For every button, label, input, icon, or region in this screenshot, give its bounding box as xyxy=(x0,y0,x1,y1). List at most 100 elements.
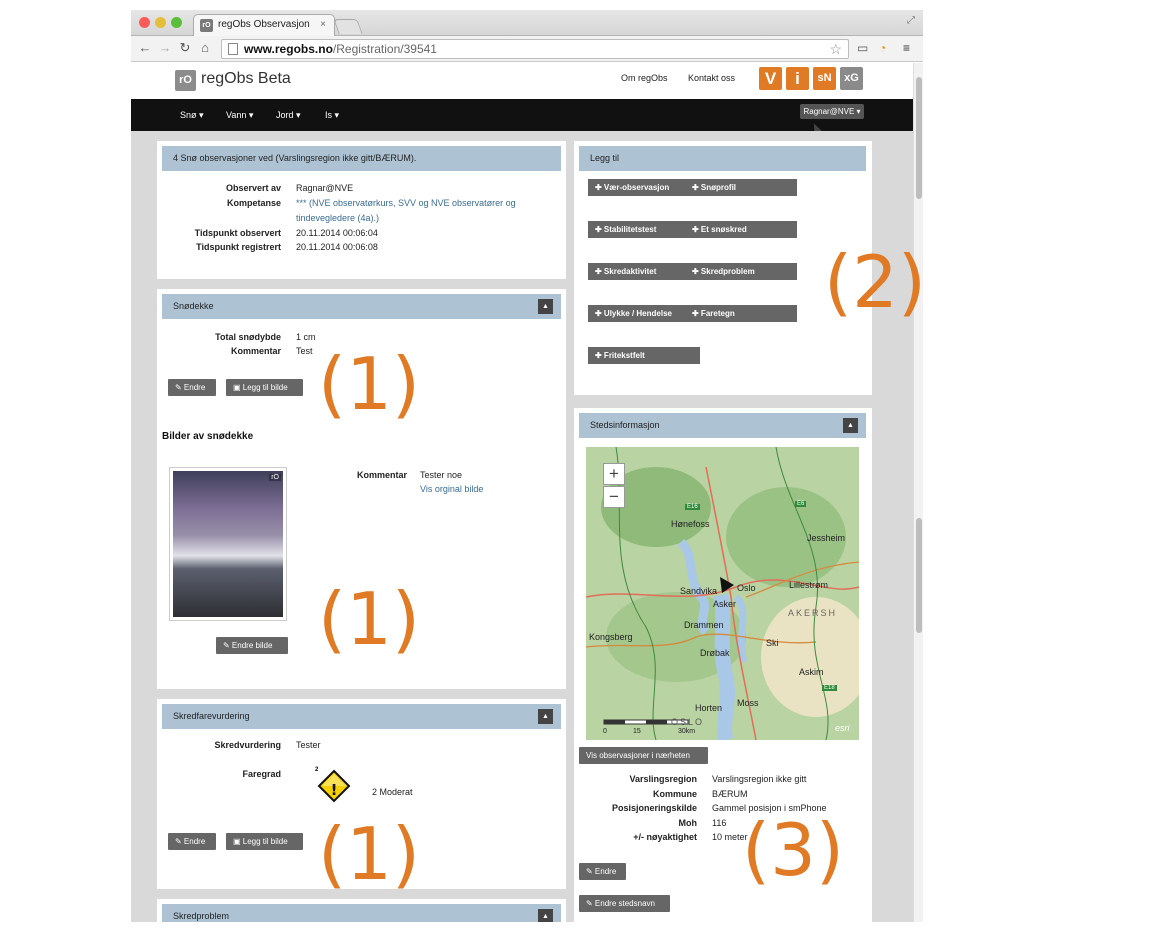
add-snow-profile-button[interactable]: ✚ Snøprofil xyxy=(692,179,736,196)
collapse-icon[interactable]: ▲ xyxy=(843,418,858,433)
view-original-image-link[interactable]: Vis orginal bilde xyxy=(420,484,483,494)
new-tab-button[interactable] xyxy=(333,19,363,34)
add-danger-signs-button[interactable]: ✚ Faretegn xyxy=(692,305,735,322)
add-stability-test-button[interactable]: ✚ Stabilitetstest xyxy=(595,221,656,238)
field-label: Skredvurdering xyxy=(214,740,281,750)
edit-place-name-button[interactable]: ✎ Endre stedsnavn xyxy=(579,895,670,912)
annotation-2: (2) xyxy=(824,240,926,324)
field-label: Observert av xyxy=(225,183,281,193)
snodekke-edit-button[interactable]: ✎ Endre xyxy=(168,379,216,396)
menu-icon[interactable]: ≡ xyxy=(903,41,910,55)
map-place: Hønefoss xyxy=(671,519,710,529)
xg-badge[interactable]: xG xyxy=(840,67,863,90)
map-region: AKERSH xyxy=(788,608,838,618)
edit-image-button[interactable]: ✎ Endre bilde xyxy=(216,637,288,654)
field-label: Kommentar xyxy=(356,470,407,480)
zoom-out-button[interactable]: − xyxy=(603,486,625,508)
favicon-icon: rO xyxy=(200,19,213,32)
observation-title: 4 Snø observasjoner ved (Varslingsregion… xyxy=(162,146,561,171)
zoom-window-icon[interactable] xyxy=(171,17,182,28)
map-place: Kongsberg xyxy=(589,632,633,642)
nav-is[interactable]: Is ▾ xyxy=(325,110,339,121)
warning-icon: ! xyxy=(317,769,351,803)
back-icon[interactable]: ← xyxy=(137,40,153,55)
reload-icon[interactable]: ↻ xyxy=(177,40,193,56)
rss-icon[interactable]: ◔ xyxy=(879,41,886,55)
collapse-icon[interactable]: ▲ xyxy=(538,909,553,922)
collapse-icon[interactable]: ▲ xyxy=(538,299,553,314)
images-heading: Bilder av snødekke xyxy=(162,431,254,442)
info-badge[interactable]: i xyxy=(786,67,809,90)
varsom-badge[interactable]: V xyxy=(759,67,782,90)
forward-icon[interactable]: → xyxy=(157,40,173,55)
sted-header: Stedsinformasjon ▲ xyxy=(579,413,866,438)
add-free-text-button[interactable]: ✚ Fritekstfelt xyxy=(595,347,645,364)
snow-photo-frame[interactable]: rO xyxy=(169,467,287,621)
field-value: 1 cm xyxy=(296,332,316,342)
link-kontakt-oss[interactable]: Kontakt oss xyxy=(688,73,735,83)
field-label: Total snødybde xyxy=(215,332,281,342)
extension-icon[interactable]: ▭ xyxy=(857,41,868,55)
annotation-1: (1) xyxy=(318,342,420,426)
user-menu-button[interactable]: Ragnar@NVE ▾ xyxy=(800,104,864,119)
nav-jord[interactable]: Jord ▾ xyxy=(276,110,301,121)
field-label: Tidspunkt registrert xyxy=(196,242,281,252)
fullscreen-icon[interactable]: ⤢ xyxy=(907,15,915,26)
site-header: rO regObs Beta Om regObs Kontakt oss V i… xyxy=(131,63,913,99)
regobs-logo[interactable]: rO xyxy=(175,70,196,91)
close-window-icon[interactable] xyxy=(139,17,150,28)
tab-bar: rO regObs Observasjon × ⤢ xyxy=(131,10,923,36)
map-place: Jessheim xyxy=(807,533,846,543)
skredfare-add-image-button[interactable]: ▣ Legg til bilde xyxy=(226,833,303,850)
nav-sno[interactable]: Snø ▾ xyxy=(180,110,204,121)
scrollbar-thumb[interactable] xyxy=(916,77,922,199)
nearby-observations-button[interactable]: Vis observasjoner i nærheten xyxy=(579,747,708,764)
web-page: rO regObs Beta Om regObs Kontakt oss V i… xyxy=(131,63,913,922)
nav-vann[interactable]: Vann ▾ xyxy=(226,110,253,121)
add-avalanche-activity-button[interactable]: ✚ Skredaktivitet xyxy=(595,263,656,280)
collapse-icon[interactable]: ▲ xyxy=(538,709,553,724)
browser-toolbar: ← → ↻ ⌂ www.regobs.no/Registration/39541… xyxy=(131,36,923,62)
site-title[interactable]: regObs Beta xyxy=(201,70,291,88)
field-value: 20.11.2014 00:06:04 xyxy=(296,228,378,238)
skredfare-edit-button[interactable]: ✎ Endre xyxy=(168,833,216,850)
add-avalanche-button[interactable]: ✚ Et snøskred xyxy=(692,221,747,238)
field-label: Faregrad xyxy=(242,769,281,779)
observation-summary-panel: 4 Snø observasjoner ved (Varslingsregion… xyxy=(157,141,566,279)
field-value: 20.11.2014 00:06:08 xyxy=(296,242,378,252)
address-bar[interactable]: www.regobs.no/Registration/39541 ☆ xyxy=(221,39,849,59)
scale-label: 15 xyxy=(633,728,641,735)
sn-badge[interactable]: sN xyxy=(813,67,836,90)
snodekke-add-image-button[interactable]: ▣ Legg til bilde xyxy=(226,379,303,396)
minimize-window-icon[interactable] xyxy=(155,17,166,28)
add-incident-button[interactable]: ✚ Ulykke / Hendelse xyxy=(595,305,672,322)
scrollbar-thumb[interactable] xyxy=(916,518,922,633)
home-icon[interactable]: ⌂ xyxy=(197,40,213,55)
map-place: Drammen xyxy=(684,620,724,630)
annotation-1: (1) xyxy=(318,577,420,661)
map-place: Askim xyxy=(799,667,824,677)
field-label: Tidspunkt observert xyxy=(194,228,281,238)
legg-til-title: Legg til xyxy=(579,146,866,171)
link-om-regobs[interactable]: Om regObs xyxy=(621,73,668,83)
browser-tab[interactable]: rO regObs Observasjon × xyxy=(193,14,335,36)
warning-mark: ! xyxy=(331,781,338,799)
sted-edit-button[interactable]: ✎ Endre xyxy=(579,863,626,880)
map-place: Asker xyxy=(713,599,737,609)
page-scrollbar[interactable] xyxy=(913,63,923,922)
add-row: ✚ Stabilitetstest ✚ Et snøskred xyxy=(588,221,797,238)
add-weather-observation-button[interactable]: ✚ Vær-observasjon xyxy=(595,179,669,196)
danger-level-text: 2 Moderat xyxy=(372,787,413,797)
add-avalanche-problem-button[interactable]: ✚ Skredproblem xyxy=(692,263,755,280)
snow-photo xyxy=(173,471,283,617)
snodekke-header: Snødekke ▲ xyxy=(162,294,561,319)
map[interactable]: Hønefoss Jessheim Oslo Lillestrøm Sandvi… xyxy=(586,447,859,740)
bookmark-star-icon[interactable]: ☆ xyxy=(829,40,842,58)
zoom-in-button[interactable]: + xyxy=(603,463,625,485)
close-tab-icon[interactable]: × xyxy=(320,15,326,35)
skredproblem-header: Skredproblem ▲ xyxy=(162,904,561,922)
url-domain: www.regobs.no xyxy=(244,42,333,56)
skredproblem-title: Skredproblem xyxy=(173,911,230,921)
url-path: /Registration/39541 xyxy=(332,42,437,56)
map-place: Sandvika xyxy=(680,586,718,596)
